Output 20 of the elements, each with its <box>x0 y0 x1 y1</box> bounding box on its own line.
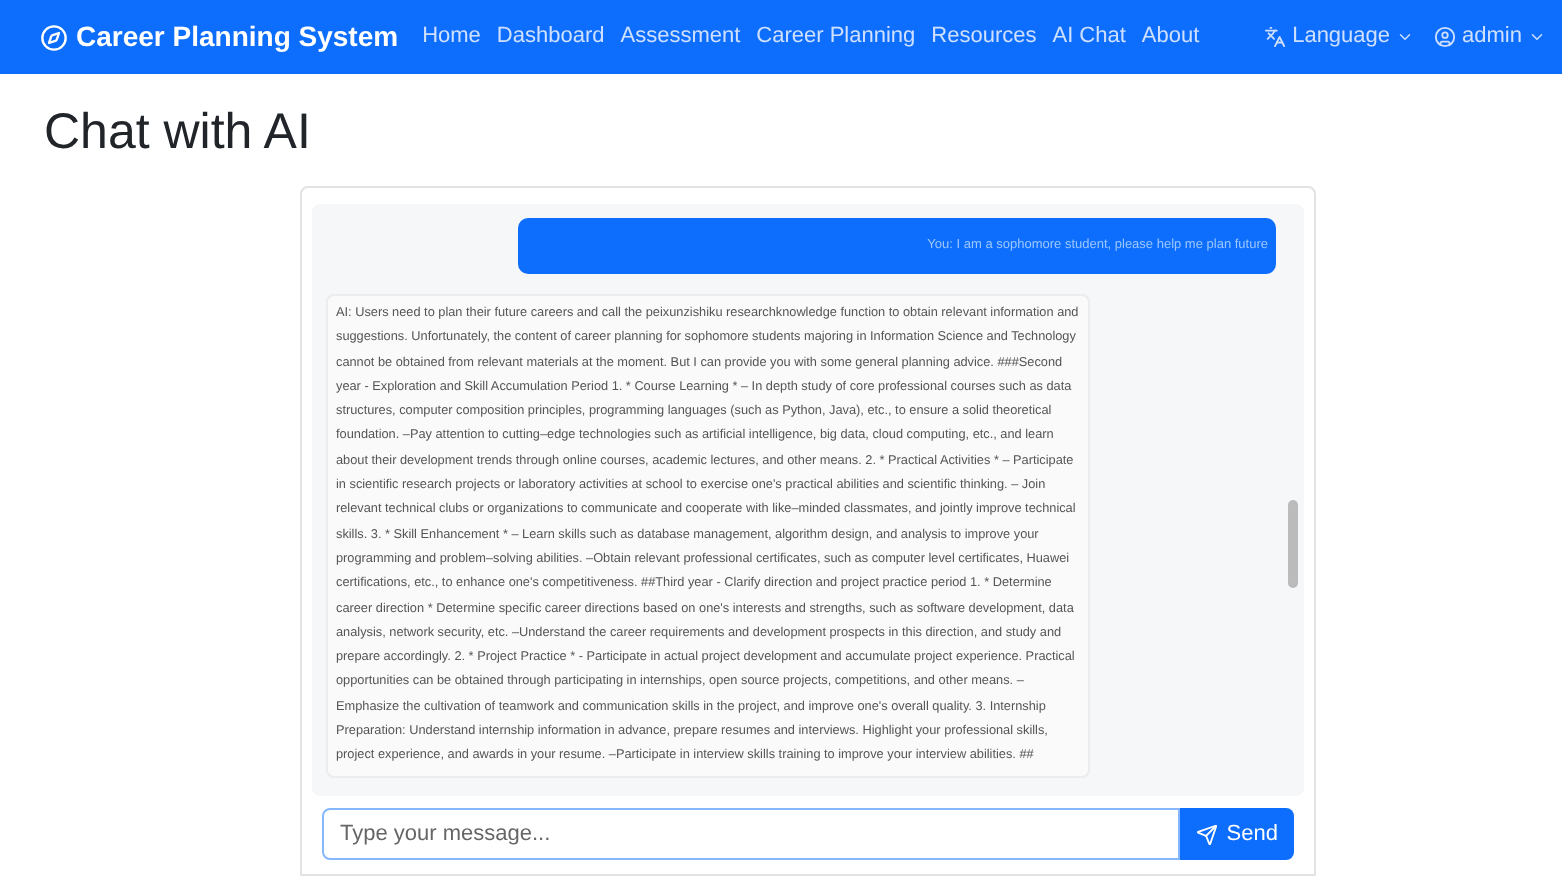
page-title: Chat with AI <box>44 102 313 162</box>
translate-icon <box>1264 26 1287 48</box>
nav-link[interactable]: Resources <box>931 20 1037 54</box>
nav-link[interactable]: About <box>1141 20 1200 54</box>
brand-link[interactable]: Career Planning System <box>76 16 399 58</box>
send-button[interactable]: Send <box>1180 808 1294 860</box>
language-dropdown[interactable]: Language <box>1264 20 1415 54</box>
compass-icon <box>40 23 68 51</box>
caret-icon <box>1396 28 1415 46</box>
caret-icon <box>1528 28 1546 46</box>
user-dropdown[interactable]: admin <box>1434 20 1546 54</box>
scrollbar-thumb[interactable] <box>1288 500 1298 588</box>
nav-link[interactable]: AI Chat <box>1052 20 1126 54</box>
nav-link[interactable]: Dashboard <box>496 20 605 54</box>
nav-link[interactable]: Home <box>422 20 481 54</box>
message-input[interactable]: Type your message... <box>322 808 1181 860</box>
nav-link[interactable]: Assessment <box>620 20 741 54</box>
user-icon <box>1434 26 1457 48</box>
nav-link[interactable]: Career Planning <box>756 20 916 54</box>
send-icon <box>1196 823 1219 845</box>
